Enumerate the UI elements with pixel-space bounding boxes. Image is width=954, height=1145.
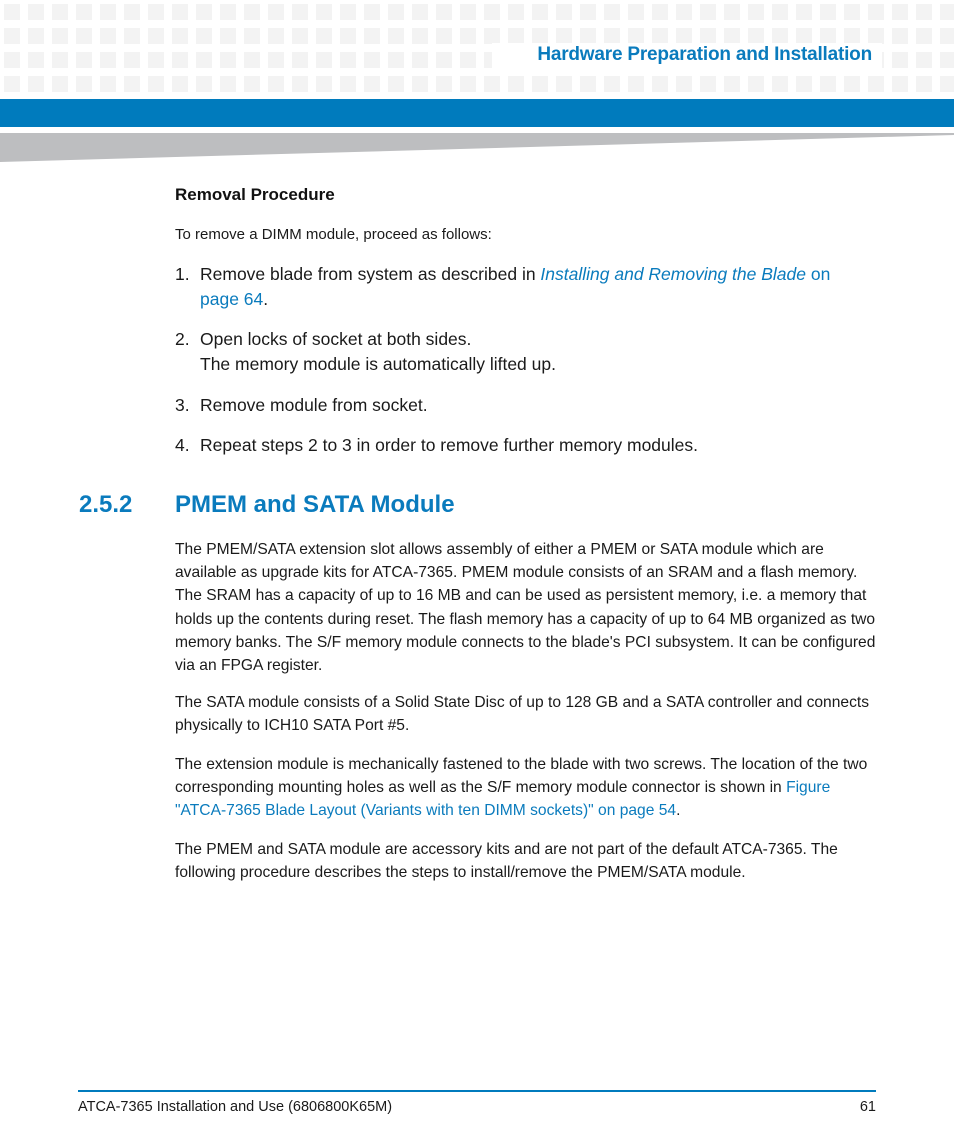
step-number: 1. xyxy=(175,264,190,284)
step-text: Repeat steps 2 to 3 in order to remove f… xyxy=(200,435,699,455)
running-header-title: Hardware Preparation and Installation xyxy=(537,44,872,65)
paragraph-text: The extension module is mechanically fas… xyxy=(175,756,868,797)
step-number: 2. xyxy=(175,329,190,349)
paragraph-accessory-kits: The PMEM and SATA module are accessory k… xyxy=(175,841,838,882)
step-4: 4. Repeat steps 2 to 3 in order to remov… xyxy=(175,433,865,458)
footer-document-title: ATCA-7365 Installation and Use (6806800K… xyxy=(78,1099,393,1115)
step-number: 3. xyxy=(175,395,190,415)
step-text: Open locks of socket at both sides. xyxy=(200,329,472,349)
step-3: 3. Remove module from socket. xyxy=(175,393,865,418)
installing-removing-blade-link[interactable]: Installing and Removing the Blade xyxy=(540,264,806,284)
removal-intro: To remove a DIMM module, proceed as foll… xyxy=(175,226,492,243)
footer-rule xyxy=(78,1090,876,1092)
paragraph-mounting: The extension module is mechanically fas… xyxy=(175,753,880,823)
section-number: 2.5.2 xyxy=(79,491,133,518)
step-number: 4. xyxy=(175,435,190,455)
section-title: PMEM and SATA Module xyxy=(175,491,455,518)
paragraph-punctuation: . xyxy=(676,802,681,820)
step-text: Remove module from socket. xyxy=(200,395,428,415)
paragraph-sata-module: The SATA module consists of a Solid Stat… xyxy=(175,694,870,735)
step-punctuation: . xyxy=(263,289,269,309)
header-grey-wedge xyxy=(0,133,954,162)
step-2: 2. Open locks of socket at both sides. T… xyxy=(175,327,865,377)
paragraph-pmem-overview: The PMEM/SATA extension slot allows asse… xyxy=(175,541,876,675)
step-1: 1. Remove blade from system as described… xyxy=(175,262,865,312)
step-text: Remove blade from system as described in xyxy=(200,264,541,284)
footer-page-number: 61 xyxy=(859,1099,876,1115)
removal-procedure-heading: Removal Procedure xyxy=(175,185,335,204)
step-note: The memory module is automatically lifte… xyxy=(200,354,556,374)
header-blue-band xyxy=(0,99,954,127)
